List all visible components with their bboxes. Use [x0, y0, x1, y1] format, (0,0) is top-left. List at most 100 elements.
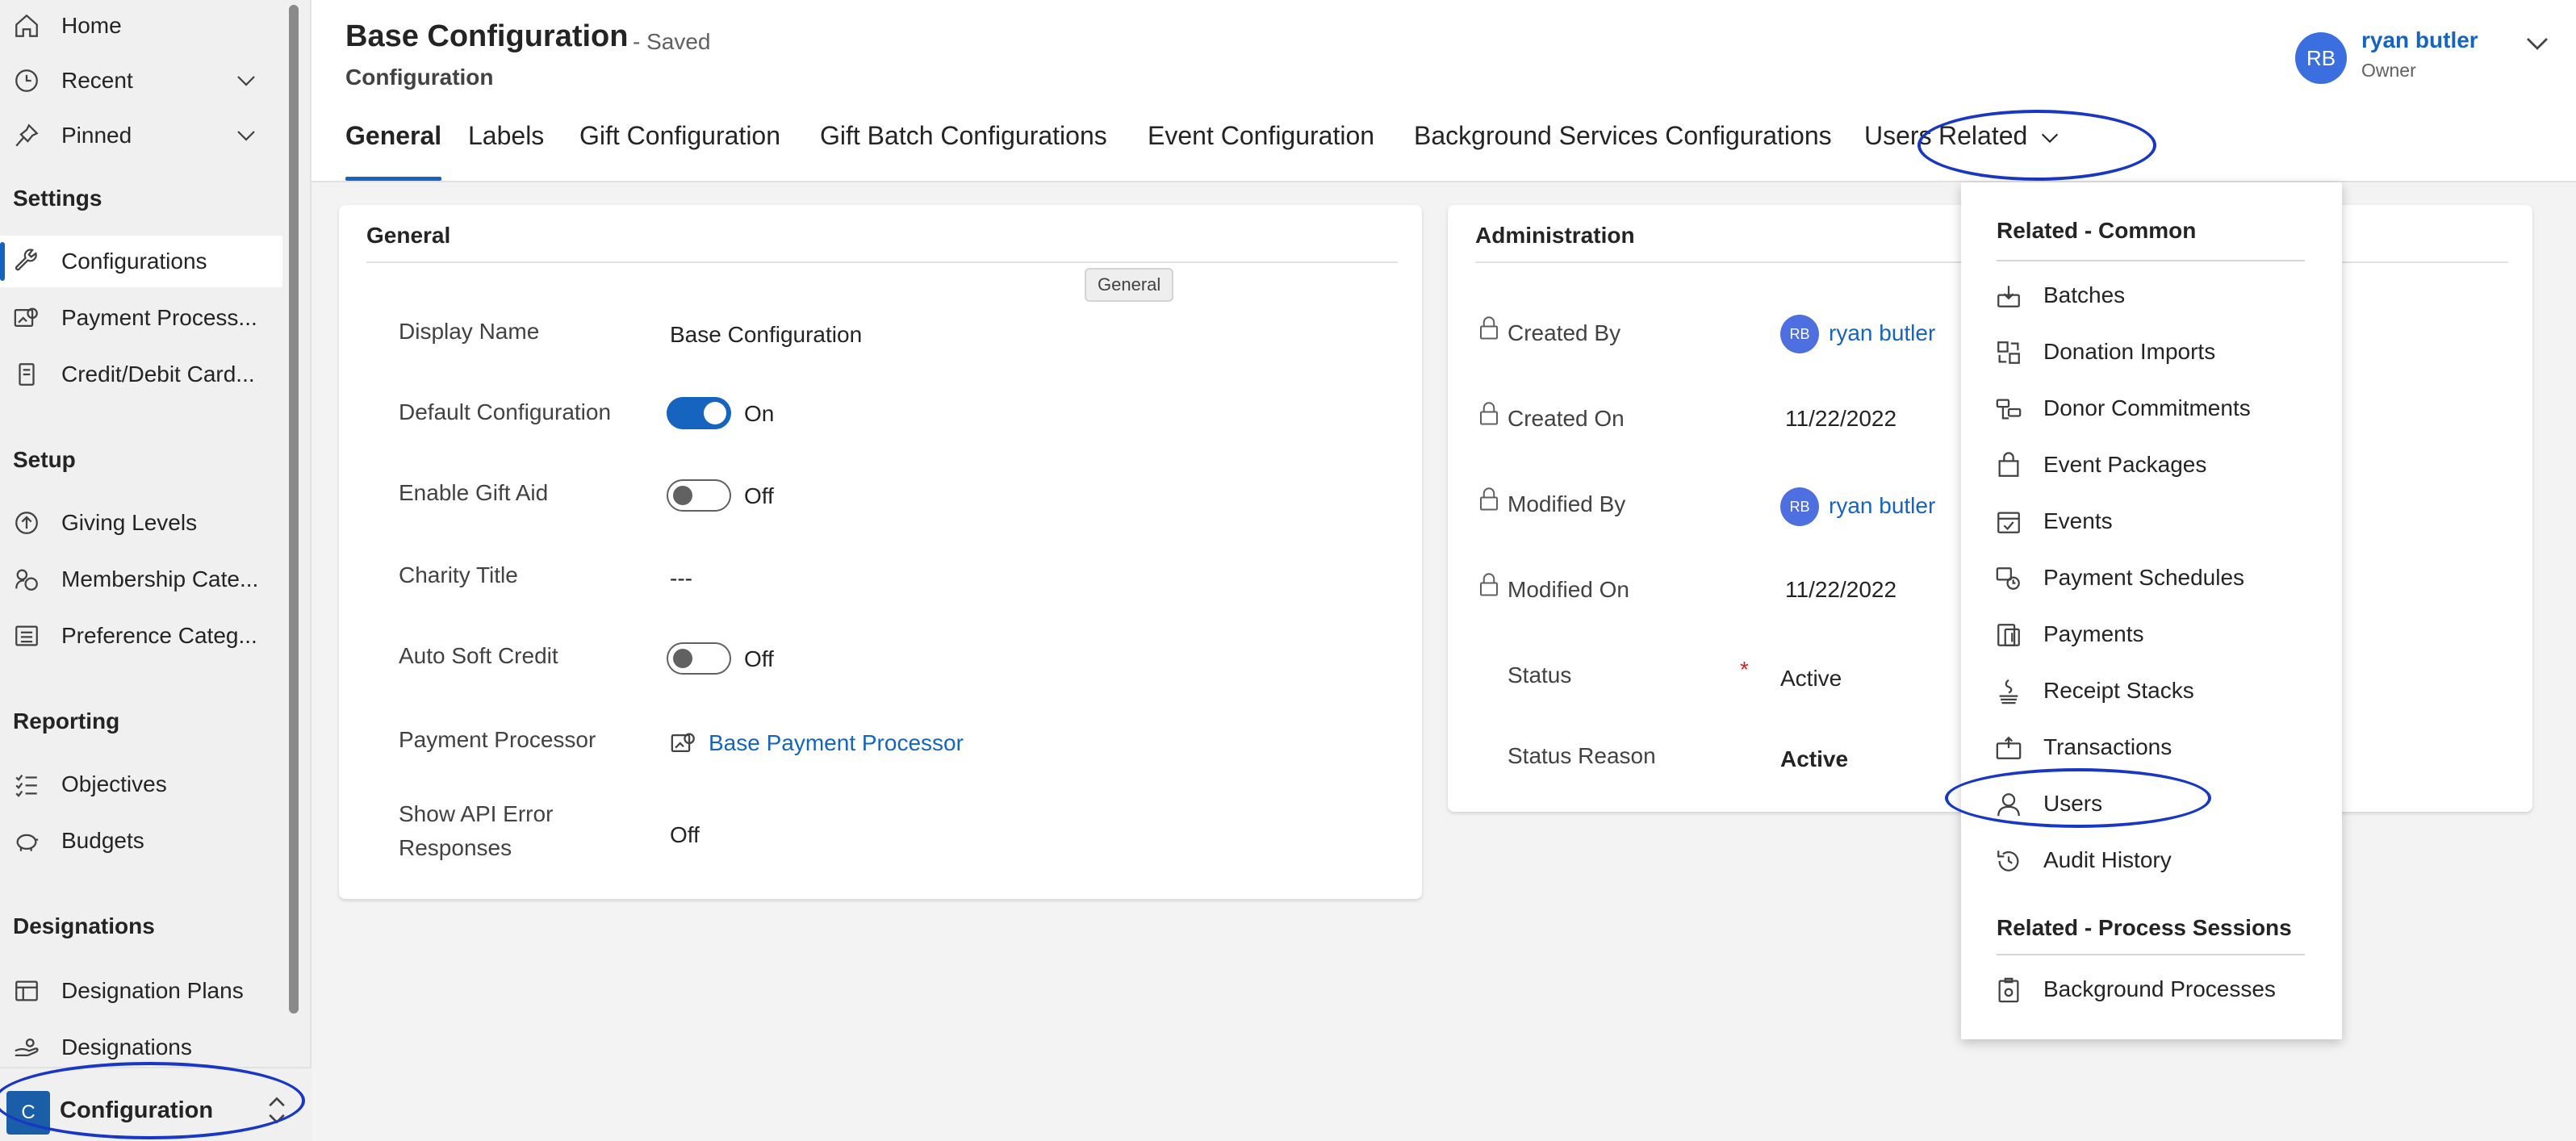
menu-item-audit-history[interactable]: Audit History [1961, 836, 2342, 888]
sidebar-item-label: Recent [61, 68, 133, 93]
menu-group-title: Related - Common [1997, 218, 2197, 243]
sidebar-item-objectives[interactable]: Objectives [0, 759, 282, 810]
lock-icon [1480, 316, 1498, 340]
card-document-icon [13, 361, 40, 388]
menu-item-donation-imports[interactable]: Donation Imports [1961, 328, 2342, 379]
created-on-value: 11/22/2022 [1785, 406, 1897, 431]
modified-on-label: Modified On [1508, 577, 1629, 602]
menu-item-label: Events [2043, 508, 2113, 533]
tab-related[interactable]: Related [1938, 121, 2061, 181]
sidebar-item-label: Preference Categ... [61, 623, 257, 648]
menu-item-label: Batches [2043, 282, 2126, 307]
divider [1997, 954, 2305, 955]
page-title: Base Configuration [345, 19, 629, 53]
menu-item-batches[interactable]: Batches [1961, 271, 2342, 323]
menu-item-events[interactable]: Events [1961, 497, 2342, 549]
sidebar-item-home[interactable]: Home [0, 0, 282, 52]
area-switcher[interactable]: C Configuration [0, 1067, 312, 1141]
status-reason-field[interactable]: Active [1780, 742, 1848, 776]
piggy-bank-icon [13, 827, 40, 855]
created-by-link[interactable]: ryan butler [1829, 316, 1935, 350]
sidebar-item-membership-categories[interactable]: Membership Cate... [0, 554, 282, 605]
payment-processor-icon [671, 733, 695, 753]
created-by-label: Created By [1508, 320, 1621, 345]
menu-item-payments[interactable]: Payments [1961, 610, 2342, 662]
receipt-stacks-icon [1999, 679, 2018, 704]
display-name-field[interactable]: Base Configuration [670, 318, 862, 352]
menu-item-label: Payment Schedules [2043, 565, 2245, 590]
auto-soft-credit-label: Auto Soft Credit [399, 643, 558, 668]
modified-by-label: Modified By [1508, 491, 1626, 516]
charity-title-field[interactable]: --- [670, 562, 692, 596]
display-name-label: Display Name [399, 319, 540, 344]
sidebar-item-preference-categories[interactable]: Preference Categ... [0, 610, 282, 662]
wrench-icon [13, 248, 40, 275]
area-label: Configuration [60, 1097, 214, 1123]
save-status: - Saved [633, 29, 711, 54]
tab-event-configuration[interactable]: Event Configuration [1148, 121, 1374, 181]
sidebar-section-setup: Setup [13, 447, 76, 472]
divider [366, 261, 1398, 263]
sidebar-item-label: Configurations [61, 249, 207, 274]
section-title: Administration [1475, 223, 1635, 248]
menu-item-users[interactable]: Users [1961, 779, 2342, 831]
tab-gift-batch-configurations[interactable]: Gift Batch Configurations [820, 121, 1107, 181]
menu-item-background-processes[interactable]: Background Processes [1961, 965, 2342, 1017]
transactions-icon [1996, 736, 2022, 759]
payments-icon [1997, 624, 2020, 646]
chevron-down-icon[interactable] [234, 123, 258, 148]
chevron-down-icon[interactable] [234, 69, 258, 93]
related-menu: Related - Common Batches Donation Import… [1961, 182, 2342, 1039]
menu-item-receipt-stacks[interactable]: Receipt Stacks [1961, 667, 2342, 718]
sidebar-item-label: Pinned [61, 123, 132, 148]
auto-soft-credit-toggle[interactable] [667, 642, 731, 675]
sidebar-item-pinned[interactable]: Pinned [0, 110, 282, 161]
background-process-icon [1998, 977, 2019, 1003]
sidebar-section-settings: Settings [13, 186, 102, 211]
menu-item-label: Transactions [2043, 734, 2172, 759]
donor-commitments-icon [1996, 399, 2022, 420]
owner-name-link[interactable]: ryan butler [2361, 27, 2478, 53]
person-icon [1997, 793, 2020, 817]
sidebar-item-giving-levels[interactable]: Giving Levels [0, 497, 282, 549]
record-header: Base Configuration - Saved Configuration… [312, 0, 2576, 182]
sidebar-item-designation-plans[interactable]: Designation Plans [0, 965, 282, 1017]
sidebar-item-label: Designation Plans [61, 978, 244, 1003]
payment-processor-icon [13, 304, 40, 332]
avatar[interactable]: RB [2295, 32, 2347, 84]
general-section: General Display Name Base Configuration … [339, 205, 1422, 899]
clock-icon [13, 67, 40, 94]
tab-background-services-configurations[interactable]: Background Services Configurations [1414, 121, 1832, 181]
sidebar-item-payment-processors[interactable]: Payment Process... [0, 292, 282, 344]
menu-item-payment-schedules[interactable]: Payment Schedules [1961, 554, 2342, 605]
payment-schedules-icon [1996, 567, 2020, 590]
sidebar-item-label: Designations [61, 1034, 192, 1060]
menu-item-transactions[interactable]: Transactions [1961, 723, 2342, 775]
tab-related-label: Related [1938, 121, 2028, 150]
sidebar-item-configurations[interactable]: Configurations [0, 236, 282, 287]
default-configuration-toggle[interactable] [667, 397, 731, 429]
sidebar-item-designations[interactable]: Designations [0, 1022, 282, 1073]
menu-item-label: Donor Commitments [2043, 395, 2251, 420]
tab-users[interactable]: Users [1864, 121, 1932, 181]
sidebar-item-card-documents[interactable]: Credit/Debit Card... [0, 349, 282, 400]
payment-processor-link[interactable]: Base Payment Processor [709, 726, 964, 760]
sidebar-item-label: Objectives [61, 771, 167, 796]
menu-item-donor-commitments[interactable]: Donor Commitments [1961, 384, 2342, 436]
menu-item-label: Donation Imports [2043, 339, 2216, 364]
sidebar-item-label: Home [61, 13, 122, 38]
show-api-error-value[interactable]: Off [670, 818, 700, 852]
sidebar-scrollbar[interactable] [289, 5, 299, 1014]
status-field[interactable]: Active [1780, 662, 1842, 696]
chevron-down-icon[interactable] [2523, 29, 2552, 58]
tab-labels[interactable]: Labels [468, 121, 544, 181]
sidebar-item-budgets[interactable]: Budgets [0, 815, 282, 867]
tab-gift-configuration[interactable]: Gift Configuration [579, 121, 780, 181]
menu-item-event-packages[interactable]: Event Packages [1961, 441, 2342, 492]
enable-gift-aid-toggle[interactable] [667, 479, 731, 512]
tab-general[interactable]: General [345, 121, 442, 181]
menu-item-label: Background Processes [2043, 976, 2276, 1001]
sidebar-item-recent[interactable]: Recent [0, 55, 282, 107]
modified-by-link[interactable]: ryan butler [1829, 489, 1935, 523]
membership-icon [13, 566, 40, 593]
